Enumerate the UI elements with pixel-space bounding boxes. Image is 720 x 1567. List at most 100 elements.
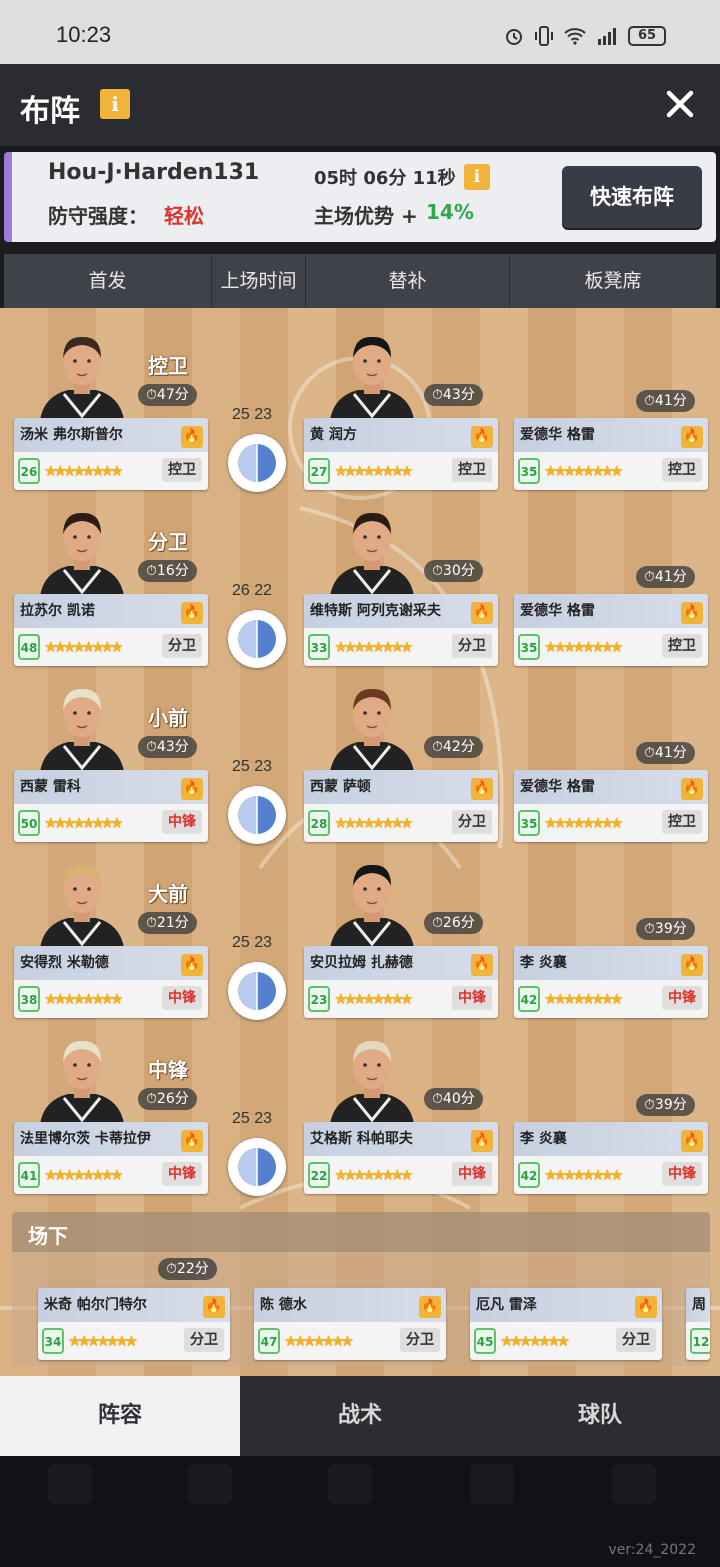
player-card[interactable]: 李 炎襄 🔥 42 ★★★★★★★★ 中锋 [514, 1122, 708, 1194]
position-button[interactable]: 中锋 [452, 1162, 492, 1186]
status-icons: 65 [504, 22, 666, 50]
fire-icon[interactable]: 🔥 [681, 1130, 703, 1152]
fire-icon[interactable]: 🔥 [471, 778, 493, 800]
position-button[interactable]: 控卫 [452, 458, 492, 482]
player-level: 35 [518, 458, 540, 484]
tab-lineup[interactable]: 阵容 [0, 1376, 240, 1456]
fire-icon[interactable]: 🔥 [681, 602, 703, 624]
player-level: 27 [308, 458, 330, 484]
tab-substitutes[interactable]: 替补 [306, 254, 510, 308]
fire-icon[interactable]: 🔥 [181, 1130, 203, 1152]
fire-icon[interactable]: 🔥 [681, 778, 703, 800]
position-button[interactable]: 中锋 [162, 986, 202, 1010]
player-card[interactable]: 西蒙 雷科 🔥 50 ★★★★★★★★ 中锋 [14, 770, 208, 842]
play-time-dial[interactable] [228, 434, 286, 492]
tab-play-time[interactable]: 上场时间 [212, 254, 306, 308]
player-name: 法里博尔茨 卡蒂拉伊 [20, 1131, 151, 1147]
player-avatar[interactable] [34, 860, 130, 948]
player-card[interactable]: 法里博尔茨 卡蒂拉伊 🔥 41 ★★★★★★★★ 中锋 [14, 1122, 208, 1194]
fire-icon[interactable]: 🔥 [181, 778, 203, 800]
player-level: 50 [18, 810, 40, 836]
fire-icon[interactable]: 🔥 [635, 1296, 657, 1318]
position-button[interactable]: 控卫 [662, 458, 702, 482]
position-button[interactable]: 分卫 [452, 810, 492, 834]
player-avatar[interactable] [324, 508, 420, 596]
position-button[interactable]: 分卫 [452, 634, 492, 658]
fire-icon[interactable]: 🔥 [471, 1130, 493, 1152]
player-card[interactable]: 李 炎襄 🔥 42 ★★★★★★★★ 中锋 [514, 946, 708, 1018]
position-button[interactable]: 中锋 [452, 986, 492, 1010]
tab-bench[interactable]: 板凳席 [510, 254, 716, 308]
minutes-value: 40分 [442, 1091, 475, 1107]
player-name: 爱德华 格雷 [520, 779, 595, 795]
version-label: ver:24_2022 [608, 1542, 696, 1558]
position-button[interactable]: 分卫 [184, 1328, 224, 1352]
player-card[interactable]: 黄 润方 🔥 27 ★★★★★★★★ 控卫 [304, 418, 498, 490]
quick-lineup-button[interactable]: 快速布阵 [562, 166, 702, 228]
player-avatar[interactable] [34, 1036, 130, 1124]
tab-tactics[interactable]: 战术 [240, 1376, 480, 1456]
player-card[interactable]: 爱德华 格雷 🔥 35 ★★★★★★★★ 控卫 [514, 594, 708, 666]
fire-icon[interactable]: 🔥 [181, 954, 203, 976]
bench-player-card[interactable]: 周 12 [686, 1288, 710, 1360]
player-avatar[interactable] [34, 508, 130, 596]
position-button[interactable]: 中锋 [162, 810, 202, 834]
position-button[interactable]: 中锋 [662, 1162, 702, 1186]
fire-icon[interactable]: 🔥 [681, 426, 703, 448]
position-button[interactable]: 分卫 [162, 634, 202, 658]
play-time-dial[interactable] [228, 610, 286, 668]
position-button[interactable]: 中锋 [162, 1162, 202, 1186]
player-avatar[interactable] [324, 1036, 420, 1124]
player-avatar[interactable] [34, 684, 130, 772]
fire-icon[interactable]: 🔥 [419, 1296, 441, 1318]
nav-ghost-icon [188, 1464, 232, 1504]
player-name: 米奇 帕尔门特尔 [44, 1297, 147, 1313]
page-title: 布阵 [20, 94, 80, 129]
player-card[interactable]: 爱德华 格雷 🔥 35 ★★★★★★★★ 控卫 [514, 770, 708, 842]
fire-icon[interactable]: 🔥 [181, 426, 203, 448]
position-button[interactable]: 分卫 [400, 1328, 440, 1352]
fire-icon[interactable]: 🔥 [203, 1296, 225, 1318]
timer-icon: ⏱ [432, 915, 443, 931]
timer-icon: ⏱ [146, 739, 157, 755]
fire-icon[interactable]: 🔥 [471, 602, 493, 624]
player-card[interactable]: 安得烈 米勒德 🔥 38 ★★★★★★★★ 中锋 [14, 946, 208, 1018]
player-card[interactable]: 安贝拉姆 扎赫德 🔥 23 ★★★★★★★★ 中锋 [304, 946, 498, 1018]
info-icon[interactable]: i [100, 89, 130, 119]
player-avatar[interactable] [324, 684, 420, 772]
player-avatar[interactable] [34, 332, 130, 420]
player-level: 33 [308, 634, 330, 660]
bench-player-card[interactable]: 厄凡 雷泽 🔥 45 ★★★★★★★ 分卫 [470, 1288, 662, 1360]
star-rating: ★★★★★★★★ [44, 462, 124, 480]
player-card[interactable]: 汤米 弗尔斯普尔 🔥 26 ★★★★★★★★ 控卫 [14, 418, 208, 490]
play-time-dial[interactable] [228, 786, 286, 844]
bench-player-card[interactable]: 陈 德水 🔥 47 ★★★★★★★ 分卫 [254, 1288, 446, 1360]
player-card[interactable]: 艾格斯 科帕耶夫 🔥 22 ★★★★★★★★ 中锋 [304, 1122, 498, 1194]
fire-icon[interactable]: 🔥 [471, 954, 493, 976]
position-button[interactable]: 控卫 [662, 634, 702, 658]
close-icon[interactable] [660, 84, 700, 124]
fire-icon[interactable]: 🔥 [681, 954, 703, 976]
fire-icon[interactable]: 🔥 [181, 602, 203, 624]
position-button[interactable]: 中锋 [662, 986, 702, 1010]
player-avatar[interactable] [324, 332, 420, 420]
fire-icon[interactable]: 🔥 [471, 426, 493, 448]
bench-player-card[interactable]: 米奇 帕尔门特尔 🔥 34 ★★★★★★★ 分卫 [38, 1288, 230, 1360]
timer-icon: ⏱ [432, 387, 443, 403]
player-card[interactable]: 爱德华 格雷 🔥 35 ★★★★★★★★ 控卫 [514, 418, 708, 490]
player-avatar[interactable] [324, 860, 420, 948]
tab-starters[interactable]: 首发 [4, 254, 212, 308]
player-card[interactable]: 拉苏尔 凯诺 🔥 48 ★★★★★★★★ 分卫 [14, 594, 208, 666]
minutes-value: 30分 [442, 563, 475, 579]
minutes-value: 41分 [654, 569, 687, 585]
play-time-dial[interactable] [228, 1138, 286, 1196]
play-time-dial[interactable] [228, 962, 286, 1020]
player-card[interactable]: 西蒙 萨顿 🔥 28 ★★★★★★★★ 分卫 [304, 770, 498, 842]
position-button[interactable]: 分卫 [616, 1328, 656, 1352]
info-icon[interactable]: i [464, 164, 490, 190]
position-button[interactable]: 控卫 [162, 458, 202, 482]
tab-team[interactable]: 球队 [480, 1376, 720, 1456]
player-card[interactable]: 维特斯 阿列克谢采夫 🔥 33 ★★★★★★★★ 分卫 [304, 594, 498, 666]
minutes-value: 22分 [176, 1261, 209, 1277]
position-button[interactable]: 控卫 [662, 810, 702, 834]
